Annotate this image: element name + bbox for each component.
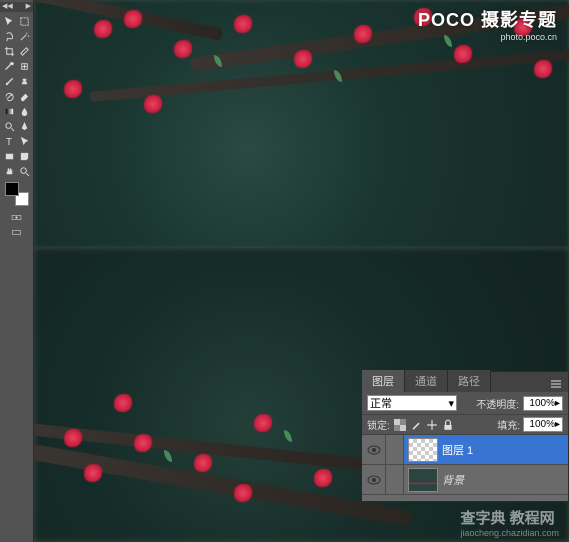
- visibility-toggle[interactable]: [362, 465, 386, 494]
- foreground-color-swatch[interactable]: [5, 182, 19, 196]
- opacity-input[interactable]: 100%▸: [523, 396, 563, 411]
- lock-label: 锁定:: [367, 417, 390, 432]
- tab-layers[interactable]: 图层: [362, 370, 405, 392]
- lasso-tool[interactable]: [2, 29, 16, 43]
- opacity-label: 不透明度:: [476, 396, 519, 411]
- layer-thumbnail[interactable]: [408, 438, 438, 462]
- history-brush-tool[interactable]: [2, 89, 16, 103]
- watermark-bottom: 查字典 教程网 jiaocheng.chazidian.com: [460, 507, 559, 538]
- lock-position-icon[interactable]: [425, 418, 439, 432]
- lock-transparency-icon[interactable]: [393, 418, 407, 432]
- panel-tabs: 图层 通道 路径: [362, 372, 568, 392]
- brush-tool[interactable]: [2, 74, 16, 88]
- blur-tool[interactable]: [17, 104, 31, 118]
- tab-paths[interactable]: 路径: [448, 370, 491, 392]
- blend-mode-select[interactable]: 正常 ▾: [367, 395, 457, 411]
- chevron-right-icon: ▸: [555, 419, 560, 430]
- link-col[interactable]: [386, 465, 404, 494]
- collapse-left-icon[interactable]: ◀◀: [2, 2, 13, 12]
- lock-all-icon[interactable]: [441, 418, 455, 432]
- eraser-tool[interactable]: [17, 89, 31, 103]
- layer-list-empty: [362, 495, 568, 501]
- lock-fill-row: 锁定: 填充: 100%▸: [362, 415, 568, 435]
- link-col[interactable]: [386, 435, 404, 464]
- crop-tool[interactable]: [2, 44, 16, 58]
- lock-pixels-icon[interactable]: [409, 418, 423, 432]
- chevron-right-icon: ▸: [555, 398, 560, 409]
- type-tool[interactable]: T: [2, 134, 16, 148]
- slice-tool[interactable]: [17, 44, 31, 58]
- tools-palette: ◀◀ ▶ T: [0, 0, 34, 542]
- collapse-right-icon[interactable]: ▶: [26, 2, 31, 12]
- healing-brush-tool[interactable]: [17, 59, 31, 73]
- layer-item-1[interactable]: 图层 1: [362, 435, 568, 465]
- image-top: POCO 摄影专题 photo.poco.cn: [34, 0, 569, 248]
- screen-mode-toggle[interactable]: [3, 225, 31, 239]
- zoom-tool[interactable]: [17, 164, 31, 178]
- watermark-site-sub: jiaocheng.chazidian.com: [460, 528, 559, 538]
- rectangle-tool[interactable]: [2, 149, 16, 163]
- blend-mode-value: 正常: [370, 395, 392, 411]
- clone-stamp-tool[interactable]: [17, 74, 31, 88]
- layer-name[interactable]: 背景: [442, 472, 464, 488]
- fill-input[interactable]: 100%▸: [523, 417, 563, 432]
- chevron-down-icon: ▾: [448, 397, 454, 410]
- toolbar-header: ◀◀ ▶: [0, 2, 33, 12]
- panel-menu-icon[interactable]: [544, 379, 568, 392]
- pen-tool[interactable]: [17, 119, 31, 133]
- layer-item-background[interactable]: 背景: [362, 465, 568, 495]
- marquee-tool[interactable]: [17, 14, 31, 28]
- quick-mask-toggle[interactable]: [3, 210, 31, 224]
- gradient-tool[interactable]: [2, 104, 16, 118]
- blend-opacity-row: 正常 ▾ 不透明度: 100%▸: [362, 392, 568, 415]
- lock-icons: [393, 418, 455, 432]
- dodge-tool[interactable]: [2, 119, 16, 133]
- eyedropper-tool[interactable]: [2, 59, 16, 73]
- watermark-url: photo.poco.cn: [418, 32, 557, 42]
- tab-channels[interactable]: 通道: [405, 370, 448, 392]
- tool-grid: T: [2, 14, 31, 178]
- layer-thumbnail[interactable]: [408, 468, 438, 492]
- color-swatches[interactable]: [5, 182, 29, 206]
- visibility-toggle[interactable]: [362, 435, 386, 464]
- watermark-brand: POCO 摄影专题: [418, 6, 557, 32]
- hand-tool[interactable]: [2, 164, 16, 178]
- svg-text:T: T: [5, 137, 11, 147]
- move-tool[interactable]: [2, 14, 16, 28]
- path-selection-tool[interactable]: [17, 134, 31, 148]
- fill-label: 填充:: [497, 417, 520, 432]
- watermark-top: POCO 摄影专题 photo.poco.cn: [418, 6, 557, 42]
- layer-name[interactable]: 图层 1: [442, 442, 473, 458]
- watermark-site: 查字典 教程网: [460, 510, 554, 527]
- layer-list: 图层 1 背景: [362, 435, 568, 501]
- layers-panel: 图层 通道 路径 正常 ▾ 不透明度: 100%▸ 锁定: 填充: 100%▸: [361, 371, 569, 502]
- notes-tool[interactable]: [17, 149, 31, 163]
- magic-wand-tool[interactable]: [17, 29, 31, 43]
